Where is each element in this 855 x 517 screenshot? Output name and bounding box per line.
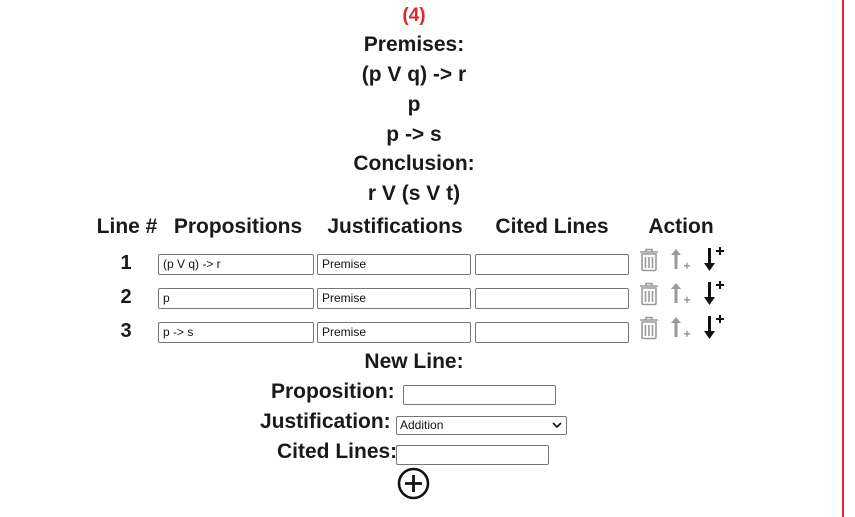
problem-number: (4): [402, 5, 426, 26]
conclusion: r V (s V t): [367, 182, 461, 205]
proposition-label: Proposition:: [271, 380, 395, 403]
premises-label: Premises:: [363, 33, 465, 56]
move-up-icon[interactable]: [671, 315, 691, 340]
row-2-cited-lines-field[interactable]: [475, 288, 629, 309]
trash-icon[interactable]: [638, 281, 660, 306]
row-3-proposition-field[interactable]: p -> s: [158, 322, 314, 343]
premise-1: (p V q) -> r: [361, 63, 467, 86]
cited-lines-label: Cited Lines:: [277, 440, 398, 463]
move-up-icon[interactable]: [671, 281, 691, 306]
row-3-justification-field[interactable]: Premise: [317, 322, 471, 343]
chevron-down-icon: [552, 422, 562, 429]
move-up-icon[interactable]: [671, 247, 691, 272]
column-header-propositions: Propositions: [173, 215, 303, 238]
insert-below-icon[interactable]: [703, 279, 725, 306]
trash-icon[interactable]: [638, 247, 660, 272]
column-header-action: Action: [648, 215, 714, 238]
row-2-proposition-field[interactable]: p: [158, 288, 314, 309]
insert-below-icon[interactable]: [703, 245, 725, 272]
row-2-justification-field[interactable]: Premise: [317, 288, 471, 309]
premise-2: p: [407, 93, 421, 116]
row-1-justification-field[interactable]: Premise: [317, 254, 471, 275]
column-header-cited-lines: Cited Lines: [495, 215, 609, 238]
add-circle-icon[interactable]: [397, 467, 430, 500]
row-3-cited-lines-field[interactable]: [475, 322, 629, 343]
insert-below-icon[interactable]: [703, 313, 725, 340]
justification-select[interactable]: Addition: [396, 416, 567, 435]
justification-selected-value: Addition: [400, 418, 444, 432]
row-3-line-number: 3: [120, 320, 132, 342]
row-1-line-number: 1: [120, 252, 132, 274]
trash-icon[interactable]: [638, 315, 660, 340]
new-cited-lines-input[interactable]: [396, 445, 549, 465]
new-proposition-input[interactable]: [403, 385, 556, 405]
row-1-proposition-field[interactable]: (p V q) -> r: [158, 254, 314, 275]
page-right-border: [842, 0, 844, 517]
conclusion-label: Conclusion:: [353, 152, 475, 175]
new-line-title: New Line:: [364, 350, 464, 373]
premise-3: p -> s: [386, 123, 442, 146]
justification-label: Justification:: [260, 410, 391, 433]
column-header-line: Line #: [96, 215, 158, 238]
row-1-cited-lines-field[interactable]: [475, 254, 629, 275]
column-header-justifications: Justifications: [327, 215, 463, 238]
row-2-line-number: 2: [120, 286, 132, 308]
